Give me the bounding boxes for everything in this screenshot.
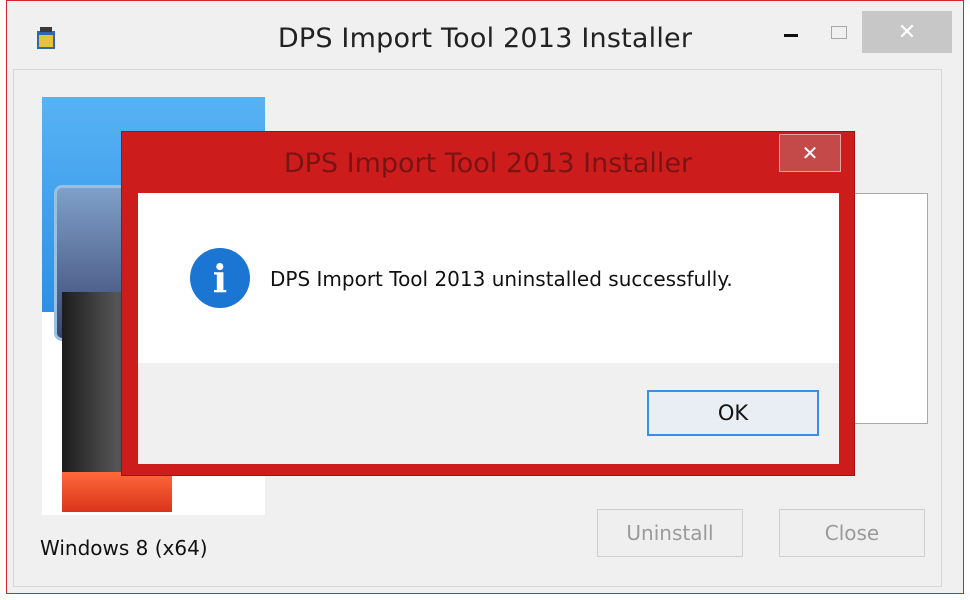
info-icon: i	[190, 248, 250, 308]
maximize-icon	[831, 25, 847, 39]
minimize-button[interactable]	[773, 11, 809, 53]
minimize-icon	[784, 33, 798, 37]
window-close-button[interactable]: ✕	[862, 11, 952, 53]
uninstall-button[interactable]: Uninstall	[597, 509, 743, 557]
dialog-title: DPS Import Tool 2013 Installer	[283, 148, 693, 179]
log-box	[850, 193, 928, 424]
close-icon: ✕	[897, 19, 917, 45]
dialog-body: i DPS Import Tool 2013 uninstalled succe…	[138, 193, 839, 363]
dialog-footer: OK	[138, 363, 839, 464]
dialog-message: DPS Import Tool 2013 uninstalled success…	[270, 267, 733, 291]
close-icon: ✕	[801, 141, 819, 165]
os-label: Windows 8 (x64)	[40, 536, 208, 560]
message-dialog: DPS Import Tool 2013 Installer ✕ i DPS I…	[121, 131, 855, 476]
dialog-close-button[interactable]: ✕	[779, 134, 841, 172]
maximize-button[interactable]	[821, 11, 857, 53]
window-title: DPS Import Tool 2013 Installer	[277, 23, 693, 54]
close-button[interactable]: Close	[779, 509, 925, 557]
ok-button[interactable]: OK	[647, 390, 819, 436]
